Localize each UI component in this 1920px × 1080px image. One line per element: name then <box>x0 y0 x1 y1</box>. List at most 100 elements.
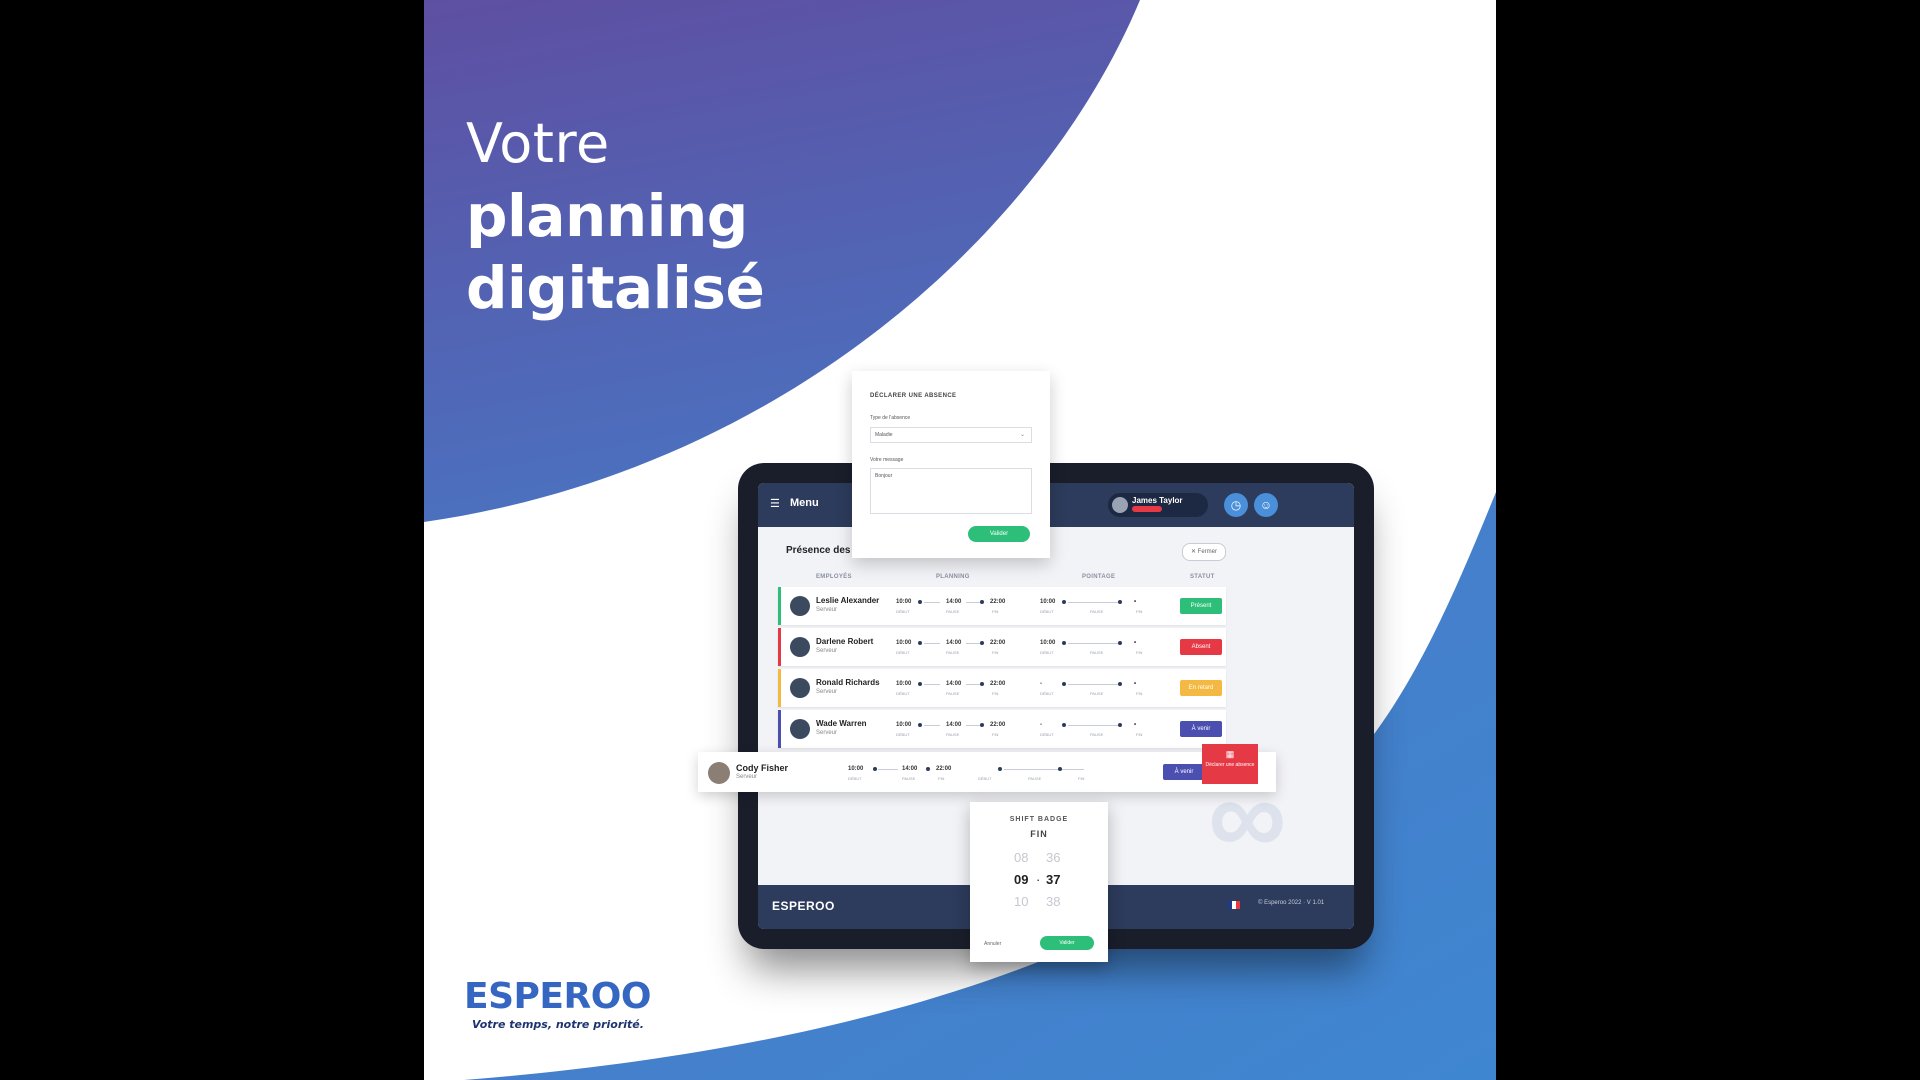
avatar <box>708 762 730 784</box>
column-header: EMPLOYÉS <box>816 574 852 580</box>
user-chip[interactable]: James Taylor <box>1108 493 1208 517</box>
planning-timeline: 10:00 14:00 22:00 DÉBUT PAUSE FIN <box>848 766 958 781</box>
avatar <box>790 719 810 739</box>
timeline-dot <box>1062 723 1066 727</box>
timeline-line <box>924 684 940 685</box>
timeline-label: DÉBUT <box>896 732 910 737</box>
employee-role: Serveur <box>736 774 758 780</box>
employee-name: Cody Fisher <box>736 763 789 773</box>
real-start-time: - <box>1040 681 1042 687</box>
table-row[interactable]: Leslie Alexander Serveur 10:00 14:00 22:00 DÉ… <box>778 587 1226 625</box>
hour-selected[interactable]: 09 <box>1014 872 1028 887</box>
menu-icon[interactable]: ☰ <box>770 497 784 511</box>
message-label: Votre message <box>870 457 904 463</box>
timeline-label: DÉBUT <box>1040 609 1054 614</box>
timeline-label: DÉBUT <box>978 776 992 781</box>
dialog-title: DÉCLARER UNE ABSENCE <box>870 393 957 399</box>
status-badge[interactable]: À venir <box>1163 764 1205 780</box>
end-time: 22:00 <box>990 681 1006 687</box>
timeline-line <box>1004 769 1084 770</box>
brand-tagline: Votre temps, notre priorité. <box>472 1018 644 1031</box>
timeline-dot <box>980 723 984 727</box>
timeline-label: DÉBUT <box>848 776 862 781</box>
language-flag-icon[interactable] <box>1228 901 1240 909</box>
timeline-label: PAUSE <box>946 732 960 737</box>
absence-type-select[interactable]: Maladie ⌄ <box>870 427 1032 443</box>
end-marker: • <box>1134 640 1137 646</box>
table-row[interactable]: Darlene Robert Serveur 10:00 14:00 22:00 DÉBU… <box>778 628 1226 666</box>
timeline-dot <box>998 767 1002 771</box>
absence-type-label: Type de l'absence <box>870 415 911 421</box>
end-time: 22:00 <box>990 640 1006 646</box>
timeline-dot <box>873 767 877 771</box>
avatar <box>790 678 810 698</box>
status-badge[interactable]: En retard <box>1180 680 1222 696</box>
end-time: 22:00 <box>990 722 1006 728</box>
timeline-dot <box>980 682 984 686</box>
minute-option[interactable]: 38 <box>1046 894 1060 909</box>
status-strip <box>778 669 781 707</box>
timeline-label: FIN <box>938 776 945 781</box>
timeline-dot <box>980 600 984 604</box>
pause-time: 14:00 <box>902 766 918 772</box>
highlighted-row[interactable]: Cody Fisher Serveur 10:00 14:00 22:00 DÉ… <box>698 744 1276 792</box>
timeline-label: DÉBUT <box>896 650 910 655</box>
minute-option[interactable]: 36 <box>1046 850 1060 865</box>
avatar <box>790 637 810 657</box>
timeline-dot <box>918 600 922 604</box>
timeline-dot <box>918 641 922 645</box>
planning-timeline: 10:00 14:00 22:00 DÉBUT PAUSE FIN <box>896 722 1016 737</box>
footer-copyright: © Esperoo 2022 · V 1.01 <box>1258 900 1325 906</box>
timeline-label: PAUSE <box>1090 732 1104 737</box>
timeline-label: DÉBUT <box>1040 691 1054 696</box>
timeline-line <box>966 643 980 644</box>
absence-type-value: Maladie <box>875 432 893 438</box>
hour-option[interactable]: 08 <box>1014 850 1028 865</box>
timeline-dot <box>1062 600 1066 604</box>
close-button[interactable]: ✕ Fermer <box>1182 543 1226 561</box>
headline: Votre planning digitalisé <box>466 108 765 324</box>
column-header: STATUT <box>1190 574 1215 580</box>
start-time: 10:00 <box>896 599 912 605</box>
status-badge[interactable]: Présent <box>1180 598 1222 614</box>
headline-line-3: digitalisé <box>466 254 765 322</box>
confirm-button[interactable]: Valider <box>1040 936 1094 950</box>
avatar <box>790 596 810 616</box>
planning-timeline: 10:00 14:00 22:00 DÉBUT PAUSE FIN <box>896 681 1016 696</box>
timeline-dot <box>980 641 984 645</box>
timeline-line <box>1068 602 1118 603</box>
timeline-label: FIN <box>1136 732 1143 737</box>
picker-title: SHIFT BADGE <box>1009 816 1069 823</box>
timeline-label: PAUSE <box>1090 609 1104 614</box>
timeline-line <box>966 725 980 726</box>
status-badge[interactable]: À venir <box>1180 721 1222 737</box>
timeline-dot <box>918 723 922 727</box>
message-field[interactable]: Bonjour <box>870 468 1032 514</box>
send-button[interactable]: Valider <box>968 526 1030 542</box>
pause-time: 14:00 <box>946 599 962 605</box>
timeline-dot <box>1118 682 1122 686</box>
headline-line-2: planning <box>466 182 748 250</box>
timeline-label: FIN <box>992 650 999 655</box>
timeline-label: FIN <box>1136 609 1143 614</box>
declare-absence-button[interactable]: ▦ Déclarer une absence <box>1202 744 1258 784</box>
user-icon[interactable]: ☺ <box>1254 493 1278 517</box>
menu-label[interactable]: Menu <box>790 497 819 509</box>
hour-option[interactable]: 10 <box>1014 894 1028 909</box>
table-row[interactable]: Ronald Richards Serveur 10:00 14:00 22:00 DÉB… <box>778 669 1226 707</box>
timeline-line <box>924 643 940 644</box>
employee-name: Leslie Alexander <box>816 596 880 605</box>
brand-logo: ESPEROO Votre temps, notre priorité. <box>464 978 651 1032</box>
time-separator: · <box>1036 872 1041 887</box>
clock-icon[interactable]: ◷ <box>1224 493 1248 517</box>
pointage-timeline: - • DÉBUT PAUSE FIN <box>1040 681 1160 696</box>
status-badge[interactable]: Absent <box>1180 639 1222 655</box>
cancel-button[interactable]: Annuler <box>984 941 1001 947</box>
timeline-label: PAUSE <box>1090 650 1104 655</box>
table-row[interactable]: Wade Warren Serveur 10:00 14:00 22:00 DÉBUT PA… <box>778 710 1226 748</box>
avatar <box>1112 497 1128 513</box>
timeline-label: DÉBUT <box>1040 732 1054 737</box>
timeline-line <box>878 769 898 770</box>
chevron-down-icon: ⌄ <box>1019 432 1025 438</box>
minute-selected[interactable]: 37 <box>1046 872 1060 887</box>
